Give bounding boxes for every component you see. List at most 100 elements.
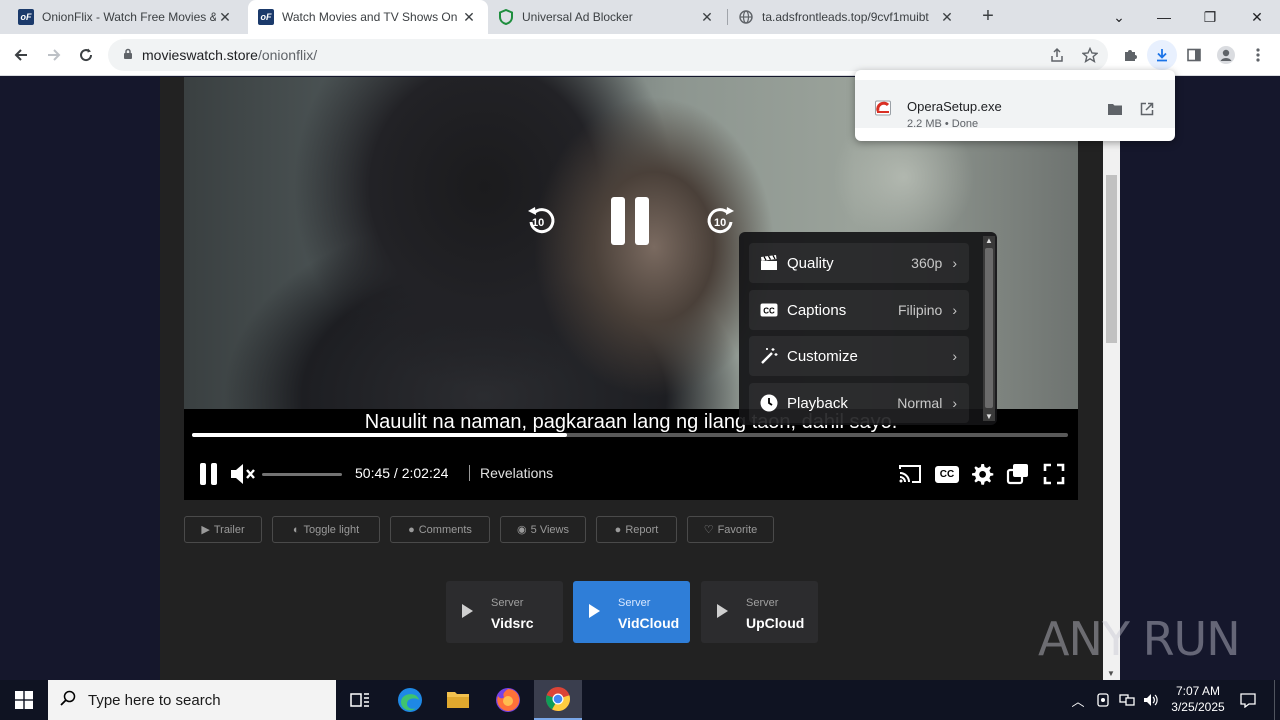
fullscreen-button[interactable] (1040, 459, 1068, 489)
trailer-button[interactable]: ▶ Trailer (184, 516, 262, 543)
page-scroll-thumb[interactable] (1106, 175, 1117, 343)
download-item[interactable]: OperaSetup.exe 2.2 MB • Done (855, 80, 1175, 130)
open-external-icon[interactable] (1136, 98, 1158, 120)
rewind-10-button[interactable]: 10 (522, 195, 562, 245)
forward-button[interactable] (39, 40, 69, 70)
back-arrow-icon (14, 49, 27, 61)
tab-adsfrontleads[interactable]: ta.adsfrontleads.top/9cvf1muibt ✕ (728, 0, 966, 34)
cc-icon: CC (934, 465, 960, 483)
player-controls: 50:45 / 2:02:24 Revelations CC (184, 451, 1078, 497)
cc-icon: CC (759, 300, 779, 320)
close-icon[interactable]: ✕ (460, 9, 478, 26)
file-explorer-button[interactable] (434, 680, 482, 720)
seek-bar[interactable] (192, 433, 1068, 437)
windows-logo-icon (15, 691, 33, 709)
play-icon (462, 604, 473, 618)
settings-item-value: Filipino (897, 302, 943, 318)
report-label: Report (625, 523, 659, 536)
search-placeholder: Type here to search (88, 691, 221, 709)
forward-10-button[interactable]: 10 (700, 195, 740, 245)
youtube-icon: ▶ (201, 524, 210, 536)
chrome-taskbar-button[interactable] (534, 680, 582, 720)
settings-item-label: Customize (787, 347, 858, 365)
address-bar[interactable]: movieswatch.store/onionflix/ (108, 39, 1108, 71)
device-icon[interactable] (1092, 680, 1114, 720)
side-panel-icon[interactable] (1179, 40, 1209, 70)
folder-icon[interactable] (1104, 98, 1126, 120)
share-icon[interactable] (1042, 40, 1072, 70)
center-pause-button[interactable] (611, 197, 653, 245)
toggle-light-button[interactable]: ◐ Toggle light (272, 516, 380, 543)
pip-button[interactable] (1004, 459, 1032, 489)
menu-kebab-icon[interactable] (1243, 40, 1273, 70)
captions-button[interactable]: CC (932, 459, 962, 489)
reload-button[interactable] (71, 40, 101, 70)
scroll-up-arrow-icon[interactable]: ▲ (985, 236, 993, 245)
tab-ad-blocker[interactable]: Universal Ad Blocker ✕ (488, 0, 726, 34)
tab-search-chevron-icon[interactable]: ⌄ (1096, 0, 1142, 34)
gear-icon (972, 464, 994, 485)
close-icon[interactable]: ✕ (216, 9, 234, 26)
show-desktop-divider[interactable] (1274, 680, 1275, 720)
close-icon[interactable]: ✕ (698, 9, 716, 26)
settings-playback[interactable]: Playback Normal › (749, 383, 969, 423)
volume-icon[interactable] (1140, 680, 1162, 720)
server-vidsrc[interactable]: Server Vidsrc (446, 581, 563, 643)
tab-onionflix[interactable]: oF OnionFlix - Watch Free Movies & ✕ (8, 0, 244, 34)
new-tab-button[interactable]: + (976, 5, 1000, 29)
onionflix-icon: oF (18, 9, 34, 25)
network-icon[interactable] (1116, 680, 1138, 720)
lightbulb-icon: ◐ (292, 523, 300, 536)
minimize-button[interactable]: — (1141, 0, 1187, 34)
scroll-down-arrow-icon[interactable]: ▼ (985, 412, 993, 421)
task-view-button[interactable] (336, 680, 384, 720)
profile-avatar-icon[interactable] (1211, 40, 1241, 70)
views-button[interactable]: ◉ 5 Views (500, 516, 586, 543)
page-scrollbar[interactable]: ▲ ▼ (1103, 77, 1120, 680)
settings-button[interactable] (968, 459, 996, 489)
server-upcloud[interactable]: Server UpCloud (701, 581, 818, 643)
close-icon[interactable]: ✕ (938, 9, 956, 26)
onionflix-icon: oF (258, 9, 274, 25)
report-button[interactable]: ● Report (596, 516, 677, 543)
server-vidcloud[interactable]: Server VidCloud (573, 581, 690, 643)
server-name: Vidsrc (491, 615, 534, 631)
tray-overflow-chevron-icon[interactable]: ︿ (1068, 680, 1088, 720)
forward-arrow-icon (48, 49, 61, 61)
back-button[interactable] (6, 40, 36, 70)
svg-text:CC: CC (763, 307, 775, 316)
start-button[interactable] (0, 680, 48, 720)
settings-customize[interactable]: Customize › (749, 336, 969, 376)
taskbar-clock[interactable]: 7:07 AM 3/25/2025 (1160, 683, 1236, 715)
window-close-button[interactable]: ✕ (1234, 0, 1280, 34)
favorite-button[interactable]: ♡ Favorite (687, 516, 774, 543)
mute-button[interactable] (228, 459, 260, 489)
page-right-margin (1120, 77, 1280, 680)
clock-icon (759, 393, 779, 413)
scroll-down-arrow-icon[interactable]: ▼ (1107, 669, 1115, 678)
eye-icon: ◉ (517, 524, 527, 536)
lock-icon[interactable] (114, 48, 142, 63)
cast-button[interactable] (896, 459, 924, 489)
tab-strip: oF OnionFlix - Watch Free Movies & ✕ oF … (0, 0, 1280, 34)
forward-label: 10 (714, 217, 727, 229)
tab-watch-movies[interactable]: oF Watch Movies and TV Shows On ✕ (248, 0, 488, 34)
settings-quality[interactable]: Quality 360p › (749, 243, 969, 283)
restore-button[interactable]: ❐ (1187, 0, 1233, 34)
pause-button[interactable] (196, 459, 220, 489)
settings-captions[interactable]: CC Captions Filipino › (749, 290, 969, 330)
edge-taskbar-button[interactable] (386, 680, 434, 720)
downloads-icon[interactable] (1147, 40, 1177, 70)
comments-button[interactable]: ● Comments (390, 516, 490, 543)
volume-slider[interactable] (262, 473, 342, 476)
firefox-button[interactable] (484, 680, 532, 720)
notifications-icon[interactable] (1236, 680, 1260, 720)
comment-icon: ● (408, 523, 415, 536)
taskbar-search-box[interactable]: Type here to search (48, 680, 336, 720)
settings-scrollbar[interactable]: ▲ ▼ (983, 236, 995, 421)
bookmark-star-icon[interactable] (1075, 40, 1105, 70)
extensions-puzzle-icon[interactable] (1115, 40, 1145, 70)
anyrun-watermark: ANY RUN (1038, 612, 1241, 666)
tab-title: ta.adsfrontleads.top/9cvf1muibt (762, 10, 929, 24)
settings-scroll-thumb[interactable] (985, 248, 993, 408)
